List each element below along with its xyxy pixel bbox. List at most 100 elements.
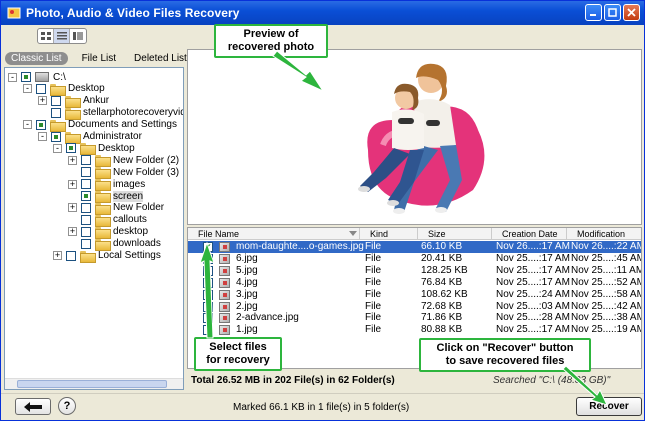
expand-icon[interactable]: + — [68, 227, 77, 237]
tree-checkbox[interactable] — [66, 250, 76, 261]
tree-node[interactable]: screen — [68, 190, 144, 203]
file-checkbox[interactable] — [203, 289, 213, 300]
minimize-icon[interactable] — [585, 4, 602, 21]
column-modification-date[interactable]: Modification Date — [567, 228, 641, 251]
tree-checkbox[interactable] — [81, 191, 91, 201]
file-checkbox[interactable] — [203, 253, 213, 264]
collapse-icon[interactable]: - — [23, 120, 32, 130]
image-file-icon — [219, 325, 230, 336]
tree-node[interactable]: New Folder (3) — [68, 166, 179, 180]
cell-size: 80.88 KB — [421, 324, 463, 336]
scrollbar-thumb[interactable] — [17, 380, 167, 388]
collapse-icon[interactable]: - — [38, 132, 47, 141]
cell-size: 66.10 KB — [421, 241, 463, 252]
tree-node-label: New Folder (2) — [113, 154, 180, 166]
tree-node[interactable]: + images — [68, 178, 145, 192]
file-row[interactable]: 3.jpg File 108.62 KB Nov 25....:24 AM Nov 25… — [188, 289, 641, 301]
tree-node[interactable]: + New Folder (2) — [68, 154, 180, 168]
tab-deleted-list[interactable]: Deleted List — [130, 52, 191, 65]
tree-node[interactable]: + desktop — [68, 226, 149, 239]
cell-created: Nov 25....:17 AM — [496, 276, 570, 288]
image-file-icon — [219, 265, 230, 276]
file-row[interactable]: 1.jpg File 80.88 KB Nov 25....:17 AM Nov 25.… — [188, 324, 641, 336]
file-row[interactable]: 5.jpg File 128.25 KB Nov 25....:17 AM Nov 25… — [188, 265, 641, 277]
tree-node-label: desktop — [113, 226, 149, 238]
tree-checkbox[interactable] — [36, 119, 46, 130]
back-button[interactable] — [15, 398, 51, 415]
expand-icon[interactable]: + — [68, 155, 77, 165]
tree-checkbox[interactable] — [51, 107, 61, 118]
tree-checkbox[interactable] — [51, 131, 61, 142]
tree-node[interactable]: + Ankur — [38, 95, 109, 108]
help-button[interactable]: ? — [58, 397, 76, 415]
file-checkbox[interactable] — [203, 301, 213, 312]
tree-checkbox[interactable] — [81, 226, 91, 237]
cell-modified: Nov 25....:38 AM — [571, 312, 642, 324]
tree-checkbox[interactable] — [81, 155, 91, 166]
folder-tree[interactable]: - C:\ - Desktop + Ankur stellarphotorecoveryvi… — [4, 67, 184, 390]
close-icon[interactable] — [623, 4, 640, 21]
tree-checkbox[interactable] — [81, 214, 91, 225]
tree-node[interactable]: - Desktop — [53, 142, 135, 156]
expand-icon[interactable]: + — [53, 251, 62, 260]
tree-node[interactable]: callouts — [68, 214, 147, 227]
file-row[interactable]: 6.jpg File 20.41 KB Nov 25....:17 AM Nov 25.… — [188, 253, 641, 265]
tree-node[interactable]: stellarphotorecoveryvideo — [38, 107, 183, 120]
tree-checkbox[interactable] — [51, 95, 61, 106]
tree-node[interactable]: - Administrator — [38, 131, 142, 144]
expand-icon[interactable]: + — [68, 203, 77, 213]
file-row[interactable]: 2-advance.jpg File 71.86 KB Nov 25....:28 A… — [188, 312, 641, 324]
expand-icon[interactable]: + — [68, 179, 77, 189]
maximize-icon[interactable] — [604, 4, 621, 21]
tree-node[interactable]: - Desktop — [23, 83, 105, 96]
tree-node[interactable]: + New Folder — [68, 202, 165, 215]
tree-checkbox[interactable] — [81, 179, 91, 190]
file-checkbox[interactable] — [203, 265, 213, 276]
collapse-icon[interactable]: - — [8, 72, 17, 82]
tree-node[interactable]: downloads — [68, 238, 161, 251]
detail-view-icon[interactable] — [70, 29, 86, 43]
file-checkbox[interactable] — [203, 277, 213, 288]
file-row[interactable]: 2.jpg File 72.68 KB Nov 25....:03 AM Nov 25.… — [188, 301, 641, 313]
tree-node-label: New Folder — [113, 202, 165, 214]
tree-node-label: downloads — [113, 238, 161, 250]
file-checkbox[interactable] — [203, 313, 213, 324]
tree-horizontal-scrollbar[interactable] — [5, 378, 183, 389]
folder-icon — [95, 179, 111, 192]
tab-classic-list[interactable]: Classic List — [5, 52, 68, 65]
column-creation-date[interactable]: Creation Date — [492, 228, 567, 240]
callout-select: Select files for recovery — [194, 337, 282, 371]
file-row[interactable]: 4.jpg File 76.84 KB Nov 25....:17 AM Nov 25.… — [188, 277, 641, 289]
cell-modified: Nov 25....:52 AM — [571, 276, 642, 288]
tree-node[interactable]: - C:\ — [8, 71, 66, 83]
tree-checkbox[interactable] — [66, 143, 76, 154]
tab-file-list[interactable]: File List — [78, 52, 120, 65]
tree-node-label: C:\ — [53, 71, 66, 83]
tree-node[interactable]: - Documents and Settings — [23, 119, 177, 132]
column-kind[interactable]: Kind — [360, 228, 418, 240]
title-bar[interactable]: Photo, Audio & Video Files Recovery — [1, 1, 644, 25]
cell-created: Nov 25....:17 AM — [496, 252, 570, 264]
column-size[interactable]: Size — [418, 228, 492, 240]
tree-checkbox[interactable] — [36, 83, 46, 94]
tree-checkbox[interactable] — [81, 167, 91, 178]
thumbnail-view-icon[interactable] — [38, 29, 54, 43]
tree-checkbox[interactable] — [81, 202, 91, 213]
collapse-icon[interactable]: - — [23, 84, 32, 94]
bottom-bar: ? Marked 66.1 KB in 1 file(s) in 5 folde… — [1, 393, 644, 420]
tree-checkbox[interactable] — [21, 72, 31, 82]
collapse-icon[interactable]: - — [53, 143, 62, 153]
file-checkbox[interactable] — [203, 325, 213, 336]
expand-icon[interactable]: + — [38, 96, 47, 106]
column-file-name[interactable]: File Name — [188, 228, 360, 240]
list-view-icon[interactable] — [54, 29, 70, 43]
file-row[interactable]: mom-daughte....o-games.jpgFile 66.10 KB No… — [188, 241, 641, 253]
tree-node[interactable]: + Local Settings — [53, 250, 161, 263]
tree-node-label: Administrator — [83, 131, 142, 142]
folder-icon — [65, 95, 81, 108]
recover-button[interactable]: Recover — [576, 397, 642, 416]
cell-kind: File — [365, 288, 382, 300]
file-checkbox[interactable] — [203, 241, 213, 253]
cell-size: 71.86 KB — [421, 312, 463, 324]
tree-checkbox[interactable] — [81, 238, 91, 249]
